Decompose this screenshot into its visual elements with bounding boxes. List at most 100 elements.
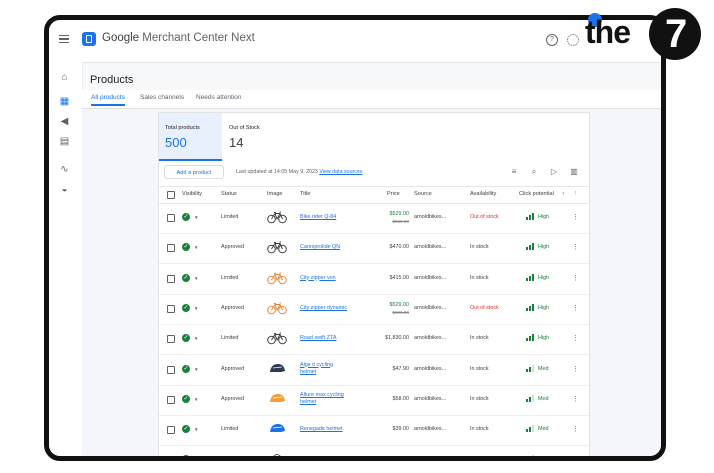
- column-title[interactable]: Title: [300, 191, 310, 197]
- product-title-link[interactable]: Bike rider Q-84: [300, 214, 336, 222]
- chevron-down-icon[interactable]: ▼: [194, 427, 198, 432]
- analytics-icon[interactable]: ∿: [59, 164, 70, 175]
- product-title-link[interactable]: Renegade helmet: [300, 426, 343, 434]
- total-products-card[interactable]: Total products 500: [159, 113, 222, 161]
- row-checkbox[interactable]: [167, 365, 175, 374]
- sort-arrow-icon[interactable]: ↑: [562, 191, 565, 197]
- more-vert-icon[interactable]: ⋮: [572, 365, 579, 373]
- row-checkbox[interactable]: [167, 214, 175, 222]
- marketing-icon[interactable]: ◀: [59, 116, 70, 127]
- total-products-label: Total products: [165, 125, 200, 131]
- check-circle-icon[interactable]: ✓: [182, 273, 190, 282]
- row-checkbox[interactable]: [167, 244, 175, 253]
- more-vert-icon[interactable]: ⋮: [572, 304, 579, 312]
- more-vert-icon[interactable]: ⋮: [572, 243, 579, 251]
- availability-text: Out of stock: [470, 304, 499, 311]
- check-circle-icon[interactable]: ✓: [182, 425, 190, 434]
- check-circle-icon[interactable]: ✓: [182, 243, 190, 252]
- check-circle-icon[interactable]: ✓: [182, 455, 190, 456]
- column-source[interactable]: Source: [414, 191, 432, 197]
- availability-text: Out of stock: [470, 214, 499, 220]
- row-checkbox[interactable]: [167, 395, 175, 404]
- more-vert-icon[interactable]: ⋮: [572, 213, 579, 221]
- table-row[interactable]: ✓ ▼ Limited Road swift ZTA $1,830.00 arnoldbi…: [159, 324, 589, 356]
- select-all-checkbox[interactable]: [167, 191, 175, 199]
- product-title-link[interactable]: Road swift ZTA: [300, 335, 336, 343]
- home-icon[interactable]: ⌂: [59, 72, 70, 83]
- chevron-down-icon[interactable]: ▼: [194, 336, 198, 341]
- product-title-link[interactable]: Caresprolide QN: [300, 244, 340, 252]
- view-data-sources-link[interactable]: View data sources: [319, 169, 362, 175]
- table-row[interactable]: ✓ ▼ Limited Bike rider Q-84 $529.00 $589.00 ar…: [159, 203, 589, 234]
- column-visibility[interactable]: Visibility: [182, 191, 202, 197]
- product-title-line2[interactable]: helmet: [300, 399, 316, 405]
- store-icon[interactable]: ▤: [59, 136, 70, 147]
- chevron-down-icon[interactable]: ▼: [194, 457, 198, 461]
- check-circle-icon[interactable]: ✓: [182, 364, 190, 373]
- check-circle-icon[interactable]: ✓: [182, 394, 190, 403]
- column-price[interactable]: Price: [387, 191, 400, 197]
- menu-icon[interactable]: [59, 35, 69, 44]
- add-product-button[interactable]: Add a product: [164, 165, 224, 179]
- product-title-link[interactable]: Bicycle basket steel: [300, 456, 347, 461]
- product-title-line2[interactable]: helmet: [300, 369, 316, 375]
- helmet-blue-icon: [267, 422, 287, 436]
- status-text: Approved: [221, 395, 245, 402]
- column-click-potential[interactable]: Click potential: [519, 191, 554, 197]
- gear-icon[interactable]: [567, 34, 579, 46]
- table-row[interactable]: ✓ ▼ Limited City zipper von $415.00 arnoldbik…: [159, 264, 589, 295]
- more-vert-icon[interactable]: ⋮: [572, 395, 579, 403]
- product-title-line1[interactable]: Alture max cycling: [300, 392, 344, 398]
- product-title-line1[interactable]: Alge it cycling: [300, 362, 333, 368]
- row-checkbox[interactable]: [167, 426, 175, 435]
- tab-bar: All products Sales channels Needs attent…: [82, 90, 661, 109]
- last-updated-text: Last updated at 14:05 May 9, 2023 View d…: [236, 169, 363, 175]
- tab-all-products[interactable]: All products: [91, 94, 125, 106]
- product-title-link[interactable]: City zipper von: [300, 275, 336, 283]
- bell-icon[interactable]: ◒: [59, 184, 70, 195]
- more-vert-icon[interactable]: ⋮: [572, 455, 579, 456]
- table-row[interactable]: ✓ ▼ Approved Alge it cycling helmet $47.90 arn…: [159, 355, 589, 386]
- column-menu-icon[interactable]: ⋮: [573, 191, 579, 197]
- chevron-down-icon[interactable]: ▼: [194, 215, 198, 220]
- chevron-down-icon[interactable]: ▼: [194, 397, 198, 402]
- product-title-link[interactable]: Alture max cycling helmet: [300, 392, 344, 407]
- table-row[interactable]: ✓ ▼ Limited Renegade helmet $39.00 arnoldbike…: [159, 415, 589, 447]
- more-vert-icon[interactable]: ⋮: [572, 334, 579, 342]
- products-grid-icon[interactable]: ▦: [59, 96, 70, 107]
- chevron-down-icon[interactable]: ▼: [194, 367, 198, 372]
- row-checkbox[interactable]: [167, 304, 175, 313]
- check-circle-icon[interactable]: ✓: [182, 334, 190, 343]
- column-status[interactable]: Status: [221, 191, 237, 197]
- search-icon[interactable]: ⌕: [529, 167, 539, 177]
- table-row[interactable]: ✓ ▼ Approved Caresprolide QN $470.00 arnoldbi…: [159, 233, 589, 265]
- row-checkbox[interactable]: [167, 274, 175, 283]
- chevron-down-icon[interactable]: ▼: [194, 245, 198, 250]
- help-icon[interactable]: ?: [546, 34, 558, 46]
- bike-orange-icon: [267, 271, 287, 285]
- chevron-down-icon[interactable]: ▼: [194, 306, 198, 311]
- tab-needs-attention[interactable]: Needs attention: [196, 94, 242, 101]
- tab-sales-channels[interactable]: Sales channels: [140, 94, 184, 101]
- table-row[interactable]: ✓ ▼ Approved City zipper dynamic $529.00 $589…: [159, 294, 589, 325]
- product-title-link[interactable]: City zipper dynamic: [300, 305, 347, 313]
- row-checkbox[interactable]: [167, 456, 175, 461]
- table-row[interactable]: ✓ ▼ Approved Alture max cycling helmet $58.00…: [159, 385, 589, 416]
- column-availability[interactable]: Availability: [470, 191, 496, 197]
- out-of-stock-card[interactable]: Out of Stock 14: [223, 113, 293, 159]
- filter-icon[interactable]: ≡: [509, 167, 519, 177]
- last-updated-label: Last updated at 14:05 May 9, 2023: [236, 169, 318, 175]
- more-vert-icon[interactable]: ⋮: [572, 274, 579, 282]
- source-text: arnoldbikes...: [414, 244, 447, 251]
- label-icon[interactable]: ▷: [549, 167, 559, 177]
- availability-text: In stock: [470, 244, 489, 251]
- column-image[interactable]: Image: [267, 191, 283, 197]
- check-circle-icon[interactable]: ✓: [182, 213, 190, 221]
- row-checkbox[interactable]: [167, 335, 175, 344]
- more-vert-icon[interactable]: ⋮: [572, 425, 579, 433]
- check-circle-icon[interactable]: ✓: [182, 303, 190, 312]
- chevron-down-icon[interactable]: ▼: [194, 276, 198, 281]
- columns-icon[interactable]: ▥: [569, 167, 579, 177]
- product-title-link[interactable]: Alge it cycling helmet: [300, 362, 333, 377]
- table-row[interactable]: ✓ ▼ Approved Bicycle basket steel $32.00 arno…: [159, 445, 589, 461]
